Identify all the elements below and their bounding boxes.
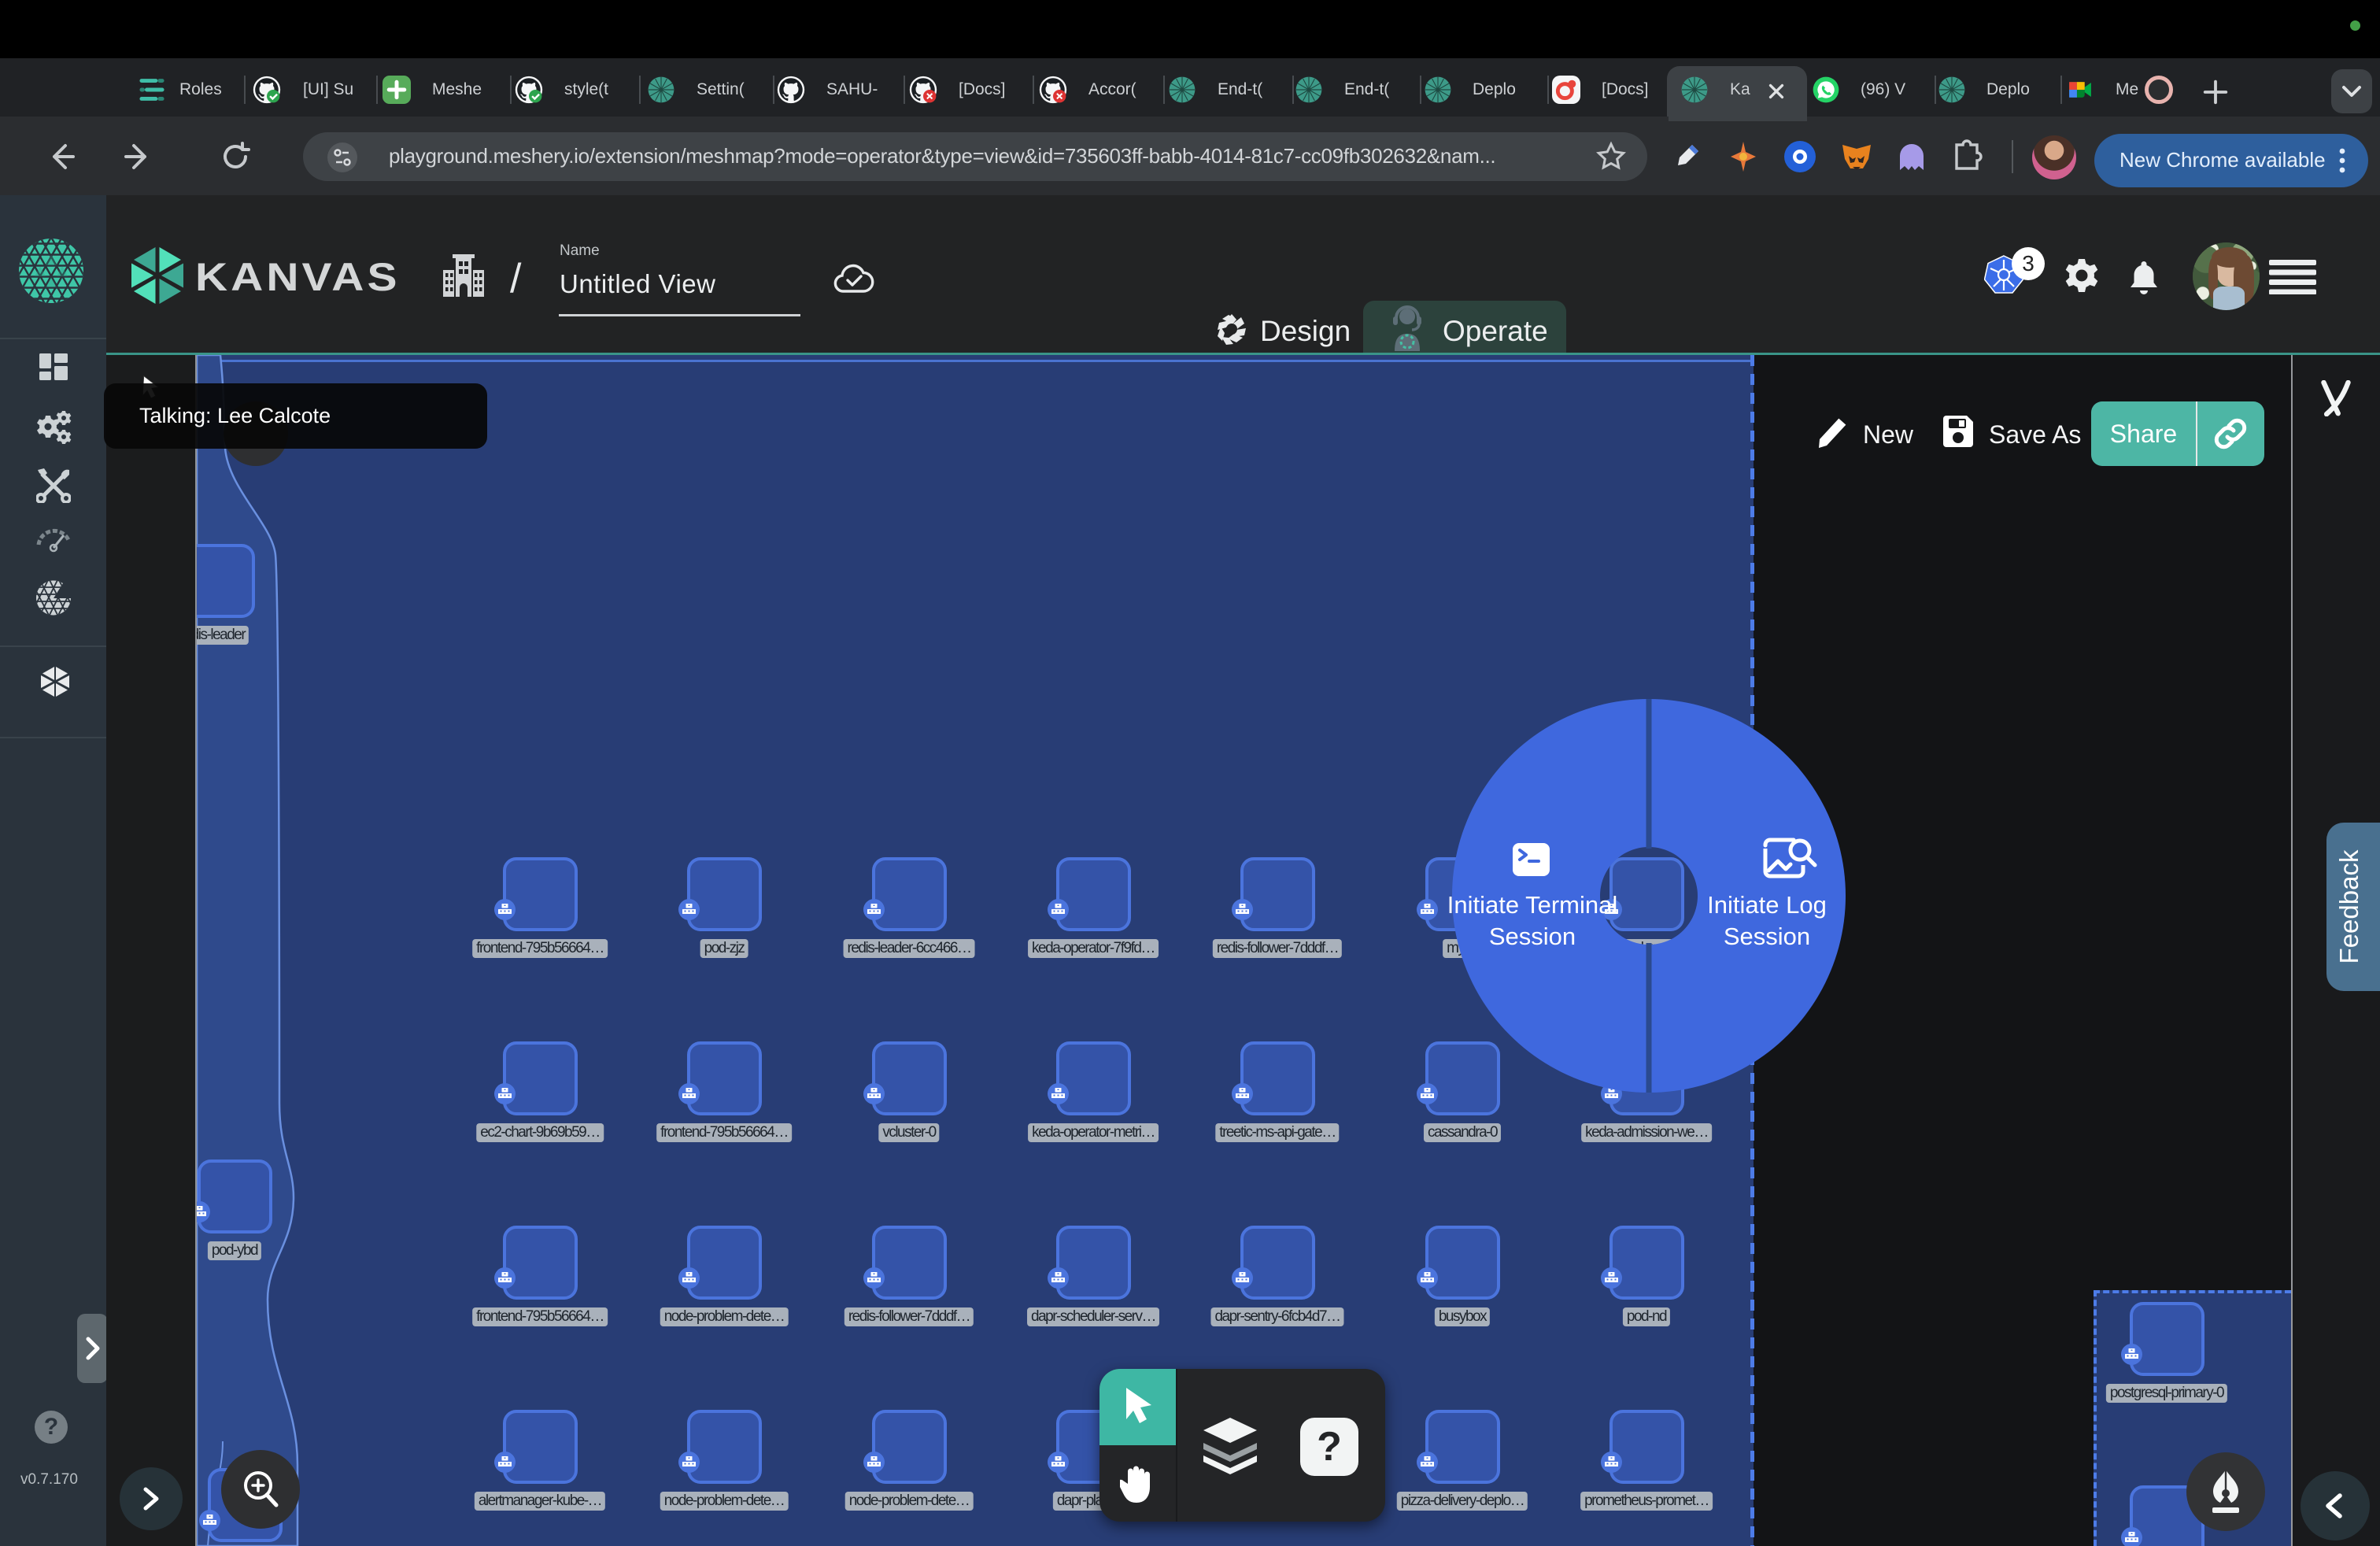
svg-text:Session: Session	[1724, 923, 1810, 950]
svg-text:Initiate Terminal: Initiate Terminal	[1447, 891, 1618, 919]
svg-text:Initiate Log: Initiate Log	[1707, 891, 1827, 919]
svg-text:Session: Session	[1489, 923, 1576, 950]
